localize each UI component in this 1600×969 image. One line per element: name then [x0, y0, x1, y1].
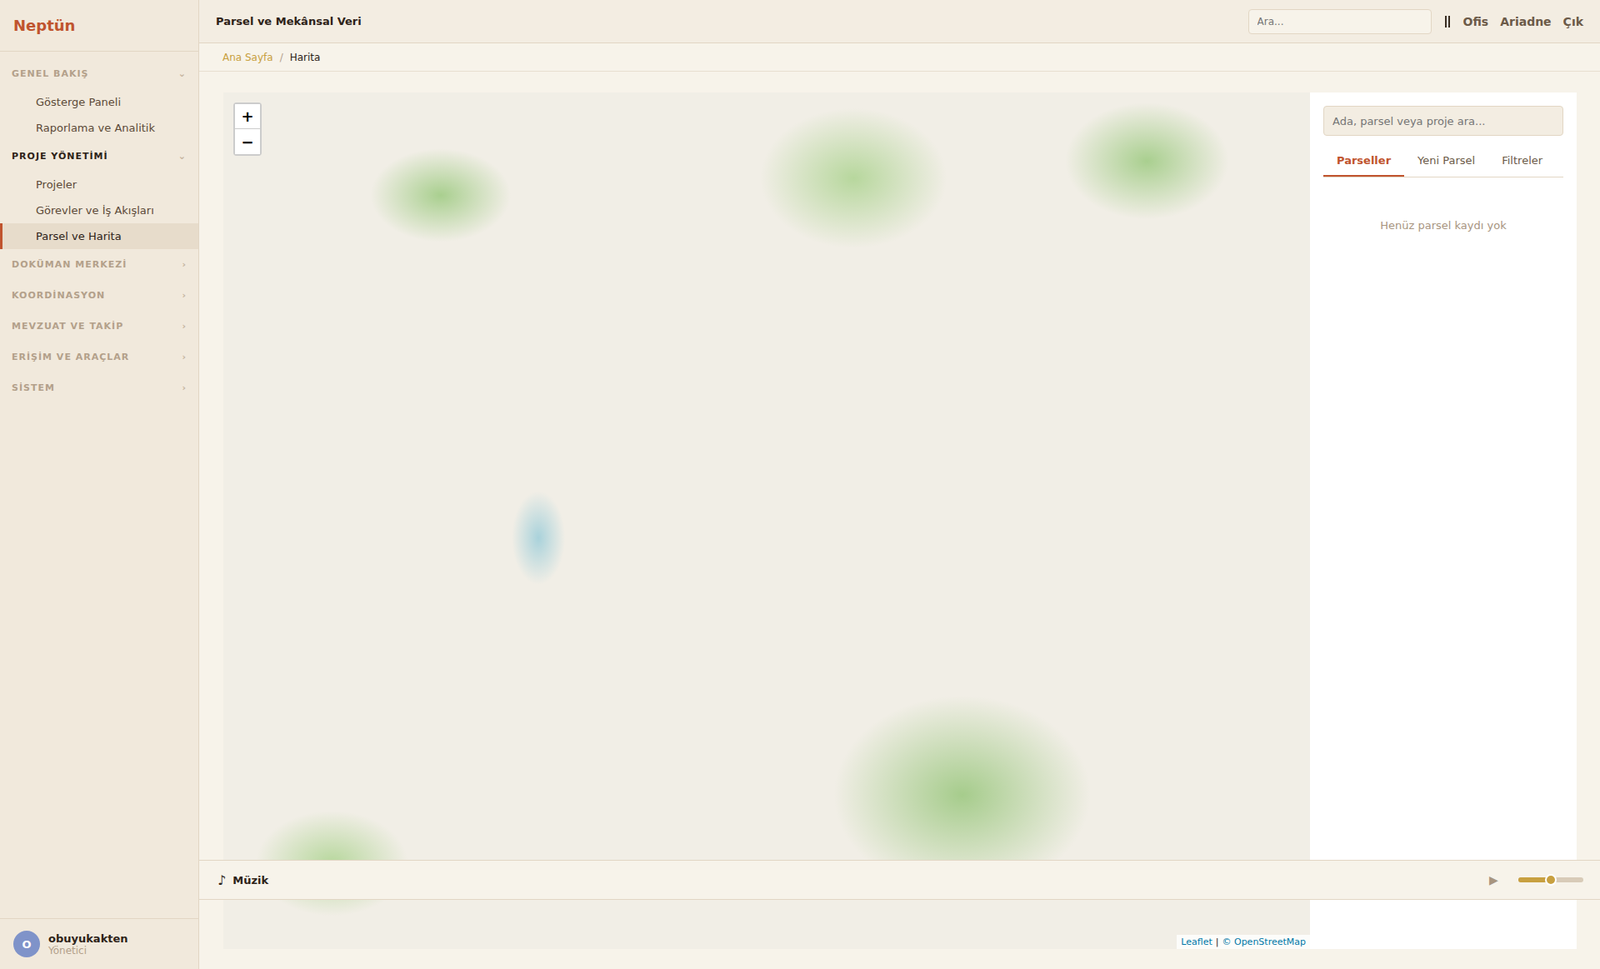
content: +−Leaflet|© OpenStreetMapParsellerYeni P… — [199, 71, 1600, 969]
sidebar-item[interactable]: Raporlama ve Analitik — [0, 115, 199, 141]
play-button[interactable]: ▶ — [1484, 872, 1504, 888]
panel-tab[interactable]: Parseller — [1323, 145, 1405, 177]
breadcrumb: Ana Sayfa / Harita — [199, 43, 1600, 72]
chevron-icon: › — [181, 382, 187, 394]
sidebar-section: ERİŞİM VE ARAÇLAR› — [0, 341, 199, 373]
breadcrumb-item: Harita — [290, 51, 321, 64]
sidebar-section: PROJE YÖNETİMİ⌄ProjelerGörevler ve İş Ak… — [0, 140, 199, 250]
section-header[interactable]: DOKÜMAN MERKEZİ› — [0, 249, 199, 280]
zoom-control: +− — [233, 102, 262, 156]
chevron-icon: ⌄ — [178, 68, 187, 80]
map[interactable]: +− Leaflet|© OpenStreetMap — [223, 92, 1310, 950]
user-name: obuyukakten — [48, 932, 129, 945]
section-header[interactable]: ERİŞİM VE ARAÇLAR› — [0, 341, 199, 373]
empty-message: Henüz parsel kaydı yok — [1323, 177, 1564, 232]
player-title: Müzik — [232, 874, 1478, 887]
logo[interactable]: Neptün — [0, 0, 199, 52]
volume-slider[interactable] — [1518, 877, 1584, 883]
chevron-icon: ⌄ — [178, 150, 187, 162]
zoom-out-button[interactable]: − — [235, 129, 260, 155]
header-action[interactable]: Ofis — [1463, 15, 1490, 29]
map-attribution: Leaflet|© OpenStreetMap — [1176, 935, 1310, 950]
sidebar-item[interactable]: Görevler ve İş Akışları — [0, 197, 199, 224]
sidebar-section: GENEL BAKIŞ⌄Gösterge PaneliRaporlama ve … — [0, 58, 199, 141]
handle-icon — [1443, 15, 1452, 29]
sidebar-nav: GENEL BAKIŞ⌄Gösterge PaneliRaporlama ve … — [0, 51, 199, 919]
parcel-search[interactable] — [1323, 105, 1564, 136]
breadcrumb-separator: / — [280, 51, 284, 64]
avatar: O — [13, 930, 40, 958]
app: Neptün GENEL BAKIŞ⌄Gösterge PaneliRaporla… — [0, 0, 1600, 969]
chevron-icon: › — [181, 351, 187, 363]
sidebar-item[interactable]: Gösterge Paneli — [0, 89, 199, 115]
osm-link[interactable]: © OpenStreetMap — [1221, 936, 1306, 948]
section-header[interactable]: PROJE YÖNETİMİ⌄ — [0, 140, 199, 172]
sidebar-section: MEVZUAT VE TAKİP› — [0, 310, 199, 342]
section-header[interactable]: GENEL BAKIŞ⌄ — [0, 58, 199, 90]
music-player: ♪ Müzik ▶ — [199, 860, 1600, 900]
panel-tab[interactable]: Filtreler — [1488, 145, 1556, 177]
main: Parsel ve Mekânsal Veri Ofis Ariadne Çık Ana… — [199, 0, 1600, 969]
volume-thumb[interactable] — [1545, 874, 1557, 886]
sidebar: Neptün GENEL BAKIŞ⌄Gösterge PaneliRaporla… — [0, 0, 200, 969]
sidebar-item[interactable]: Projeler — [0, 171, 199, 198]
breadcrumb-item[interactable]: Ana Sayfa — [222, 51, 274, 64]
section-header[interactable]: SİSTEM› — [0, 372, 199, 404]
sidebar-section: DOKÜMAN MERKEZİ› — [0, 249, 199, 280]
music-icon: ♪ — [217, 872, 226, 889]
section-header[interactable]: KOORDİNASYON› — [0, 280, 199, 311]
page-title: Parsel ve Mekânsal Veri — [215, 15, 1237, 28]
header: Parsel ve Mekânsal Veri Ofis Ariadne Çık — [199, 0, 1600, 44]
panel-tabs: ParsellerYeni ParselFiltreler — [1323, 145, 1564, 178]
parcel-panel: ParsellerYeni ParselFiltrelerHenüz parse… — [1310, 92, 1577, 950]
chevron-icon: › — [181, 290, 187, 301]
sidebar-item[interactable]: Parsel ve Harita — [0, 223, 199, 250]
chevron-icon: › — [181, 259, 187, 270]
section-header[interactable]: MEVZUAT VE TAKİP› — [0, 310, 199, 342]
sidebar-section: KOORDİNASYON› — [0, 280, 199, 311]
user-role: Yönetici — [48, 945, 129, 957]
leaflet-link[interactable]: Leaflet — [1180, 936, 1212, 948]
zoom-in-button[interactable]: + — [235, 104, 260, 130]
panel-tab[interactable]: Yeni Parsel — [1404, 145, 1489, 177]
header-action[interactable]: Ariadne — [1500, 15, 1551, 29]
header-action[interactable]: Çık — [1563, 15, 1584, 29]
user-box[interactable]: OobuyukaktenYönetici — [0, 918, 199, 969]
chevron-icon: › — [181, 320, 187, 332]
header-search[interactable] — [1248, 9, 1432, 35]
sidebar-section: SİSTEM› — [0, 372, 199, 404]
